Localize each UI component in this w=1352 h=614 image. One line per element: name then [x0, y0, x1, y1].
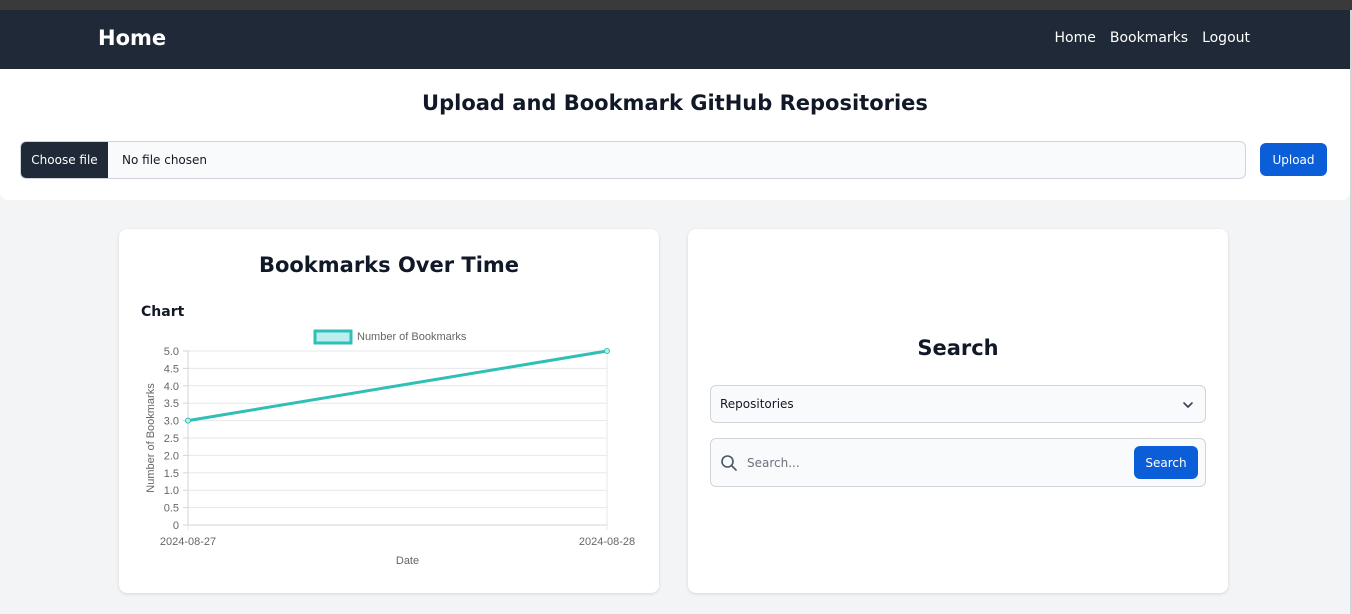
- y-tick-label: 1.5: [164, 468, 179, 480]
- y-tick-label: 5.0: [164, 346, 179, 358]
- file-status: No file chosen: [122, 153, 208, 167]
- chevron-down-icon: [1183, 402, 1193, 408]
- navbar: Home Home Bookmarks Logout: [0, 10, 1350, 69]
- upload-title: Upload and Bookmark GitHub Repositories: [422, 91, 928, 115]
- y-tick-label: 2.5: [164, 433, 179, 445]
- line-chart: 0 0.5 1.0 1.5 2.0 2.5 3.0 3.5 4.0 4.5 5.0 2024-08-2…: [145, 329, 635, 567]
- nav-links: Home Bookmarks Logout: [1055, 30, 1251, 46]
- nav-home-link[interactable]: Home: [1055, 30, 1096, 46]
- y-tick-label: 3.0: [164, 416, 179, 428]
- x-axis-label: Date: [396, 555, 419, 567]
- data-point: [604, 348, 610, 354]
- y-tick-label: 3.5: [164, 398, 179, 410]
- y-tick-label: 4.0: [164, 381, 179, 393]
- file-input[interactable]: Choose file No file chosen: [20, 141, 1246, 179]
- y-tick-label: 0: [173, 520, 179, 532]
- nav-bookmarks-link[interactable]: Bookmarks: [1110, 30, 1188, 46]
- search-button[interactable]: Search: [1134, 446, 1198, 479]
- choose-file-button[interactable]: Choose file: [21, 142, 108, 178]
- brand[interactable]: Home: [98, 26, 166, 50]
- upload-button[interactable]: Upload: [1260, 143, 1327, 176]
- y-tick-label: 4.5: [164, 363, 179, 375]
- upload-panel: Upload and Bookmark GitHub Repositories …: [0, 69, 1350, 200]
- browser-top-strip: [0, 0, 1352, 10]
- nav-logout-link[interactable]: Logout: [1202, 30, 1250, 46]
- search-box: Search: [710, 438, 1206, 487]
- y-tick-label: 0.5: [164, 503, 179, 515]
- search-icon: [721, 455, 737, 471]
- search-type-select[interactable]: Repositories: [710, 385, 1206, 423]
- y-tick-label: 2.0: [164, 450, 179, 462]
- search-card: Search Repositories Search: [688, 229, 1228, 593]
- data-point: [185, 417, 191, 424]
- search-type-value: Repositories: [720, 397, 794, 411]
- y-axis-label: Number of Bookmarks: [145, 383, 157, 493]
- legend-swatch: [313, 329, 353, 345]
- x-tick-label: 2024-08-28: [579, 536, 635, 548]
- search-input[interactable]: [747, 447, 1127, 478]
- x-tick-label: 2024-08-27: [160, 536, 216, 548]
- legend-label: Number of Bookmarks: [357, 331, 467, 343]
- y-tick-label: 1.0: [164, 485, 179, 497]
- search-title: Search: [917, 336, 999, 360]
- chart-card: Bookmarks Over Time Chart 0 0.5 1.0 1.5 2.0 2…: [119, 229, 659, 593]
